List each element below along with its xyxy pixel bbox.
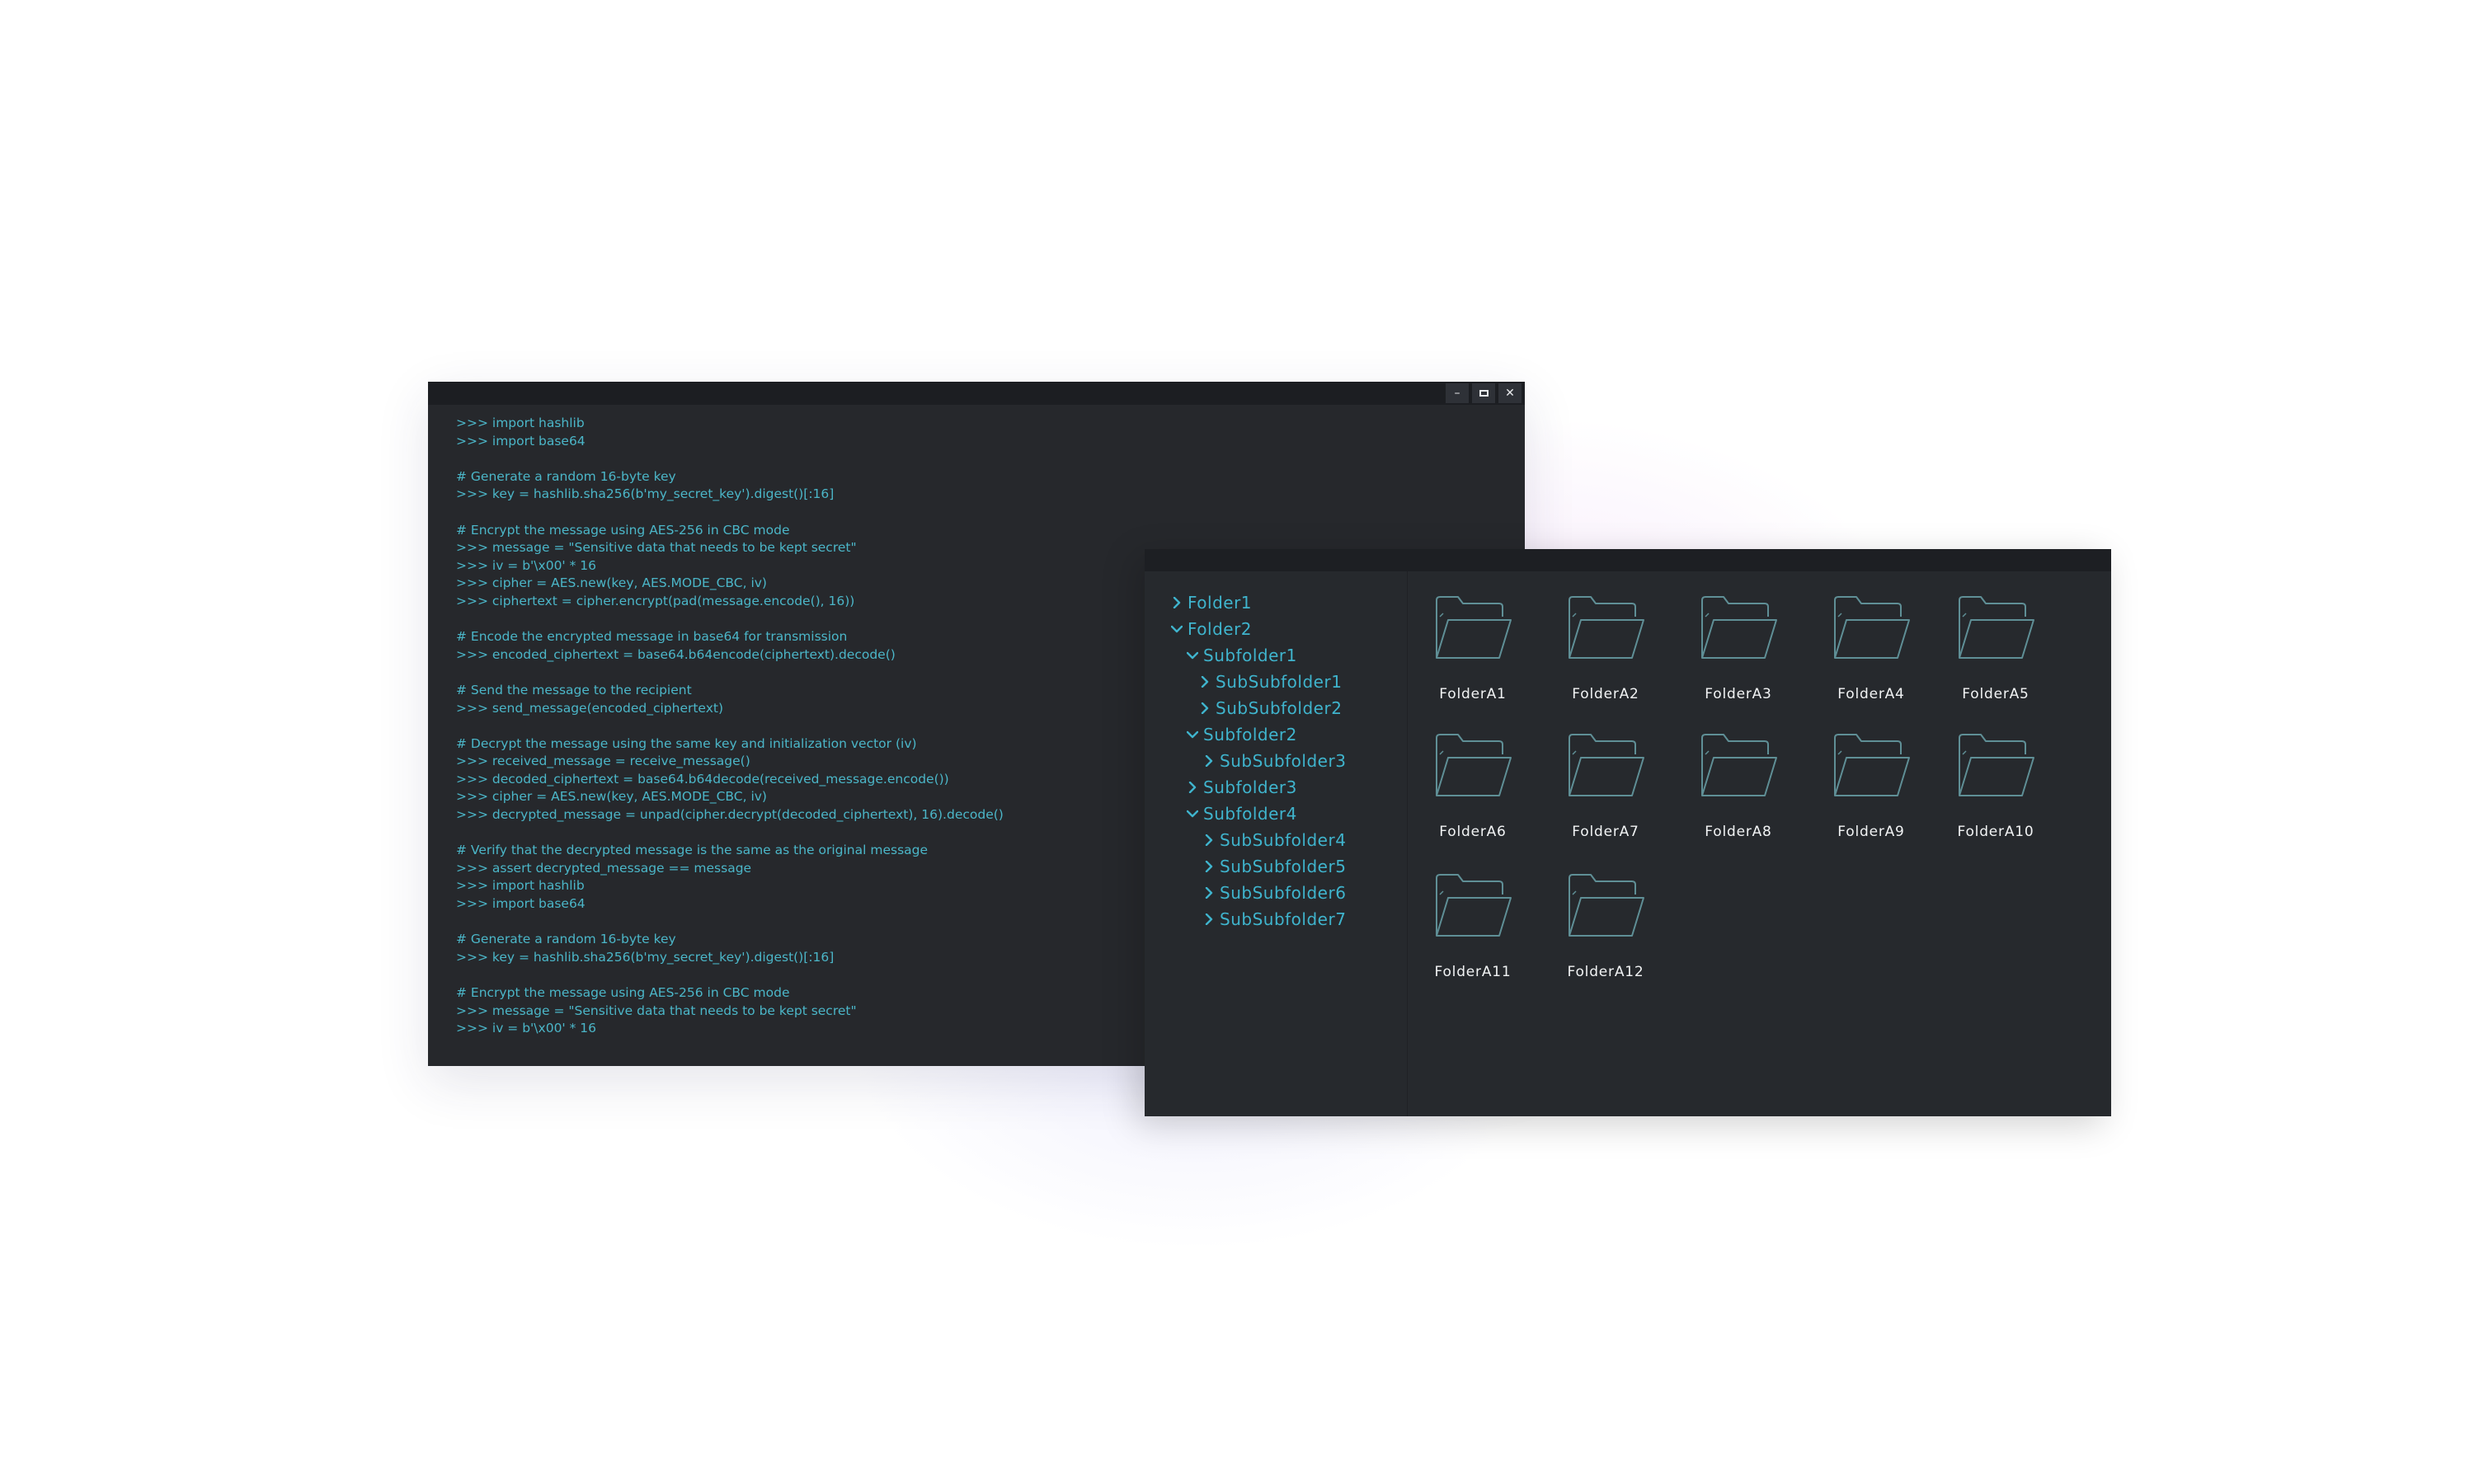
chevron-right-icon[interactable]	[1203, 755, 1215, 767]
chevron-right-icon[interactable]	[1203, 861, 1215, 872]
maximize-icon	[1479, 390, 1489, 397]
close-icon: ✕	[1505, 387, 1515, 400]
folder-tile-foldera7[interactable]: FolderA7	[1544, 730, 1667, 853]
tree-item-subsubfolder5[interactable]: SubSubfolder5	[1203, 856, 1346, 877]
tree-item-label: SubSubfolder6	[1220, 883, 1347, 903]
chevron-down-icon[interactable]	[1187, 808, 1198, 819]
tree-item-subsubfolder6[interactable]: SubSubfolder6	[1203, 882, 1346, 904]
tree-item-folder1[interactable]: Folder1	[1171, 592, 1252, 613]
folder-label: FolderA8	[1705, 824, 1772, 840]
tree-item-subfolder1[interactable]: Subfolder1	[1187, 645, 1297, 666]
tree-item-subsubfolder2[interactable]: SubSubfolder2	[1199, 697, 1342, 719]
terminal-comment-line: # Generate a random 16-byte key	[456, 468, 676, 484]
tree-item-label: SubSubfolder2	[1216, 698, 1343, 718]
folder-label: FolderA7	[1572, 824, 1639, 840]
tree-item-subsubfolder7[interactable]: SubSubfolder7	[1203, 909, 1346, 930]
terminal-command-line: >>> import base64	[456, 433, 586, 448]
chevron-right-icon[interactable]	[1187, 782, 1198, 793]
tree-item-label: Subfolder4	[1203, 804, 1297, 824]
tree-item-subsubfolder3[interactable]: SubSubfolder3	[1203, 750, 1346, 772]
folder-tile-foldera11[interactable]: FolderA11	[1411, 870, 1535, 993]
folder-tile-foldera1[interactable]: FolderA1	[1411, 592, 1535, 716]
folder-label: FolderA11	[1434, 964, 1512, 980]
folder-label: FolderA4	[1837, 686, 1905, 702]
minimize-icon: –	[1454, 387, 1460, 400]
folder-tile-foldera4[interactable]: FolderA4	[1809, 592, 1933, 716]
folder-label: FolderA5	[1962, 686, 2030, 702]
folder-tile-foldera2[interactable]: FolderA2	[1544, 592, 1667, 716]
chevron-down-icon[interactable]	[1171, 623, 1183, 635]
folder-tree: Folder1 Folder2 Subfolder1 SubSubfolder1 Sub…	[1145, 571, 1408, 1116]
tree-item-folder2[interactable]: Folder2	[1171, 618, 1252, 640]
maximize-button[interactable]	[1472, 383, 1495, 403]
tree-item-subfolder2[interactable]: Subfolder2	[1187, 724, 1297, 745]
file-explorer-window: Folder1 Folder2 Subfolder1 SubSubfolder1 Sub…	[1145, 549, 2111, 1116]
chevron-right-icon[interactable]	[1203, 913, 1215, 925]
chevron-down-icon[interactable]	[1187, 650, 1198, 661]
terminal-comment-line: # Encrypt the message using AES-256 in C…	[456, 522, 790, 538]
tree-item-subfolder4[interactable]: Subfolder4	[1187, 803, 1297, 824]
tree-item-label: Folder1	[1188, 593, 1253, 613]
terminal-command-line: >>> key = hashlib.sha256(b'my_secret_key…	[456, 486, 835, 502]
tree-item-label: Subfolder1	[1203, 646, 1297, 665]
tree-item-label: Folder2	[1188, 619, 1253, 639]
terminal-command-line: >>> import hashlib	[456, 416, 585, 430]
tree-item-label: SubSubfolder4	[1220, 830, 1347, 850]
tree-item-label: SubSubfolder1	[1216, 672, 1343, 692]
folder-label: FolderA10	[1957, 824, 2034, 840]
folder-tile-foldera12[interactable]: FolderA12	[1544, 870, 1667, 993]
close-button[interactable]: ✕	[1498, 383, 1522, 403]
folder-label: FolderA1	[1439, 686, 1507, 702]
chevron-right-icon[interactable]	[1203, 834, 1215, 846]
minimize-button[interactable]: –	[1446, 383, 1469, 403]
folder-label: FolderA2	[1572, 686, 1639, 702]
tree-item-label: SubSubfolder3	[1220, 751, 1347, 771]
folder-label: FolderA3	[1705, 686, 1772, 702]
chevron-right-icon[interactable]	[1203, 887, 1215, 899]
chevron-right-icon[interactable]	[1199, 702, 1211, 714]
window-controls: – ✕	[1446, 383, 1522, 403]
tree-item-label: Subfolder2	[1203, 725, 1297, 744]
folder-tile-foldera3[interactable]: FolderA3	[1677, 592, 1800, 716]
tree-item-subfolder3[interactable]: Subfolder3	[1187, 777, 1297, 798]
tree-item-label: SubSubfolder5	[1220, 857, 1347, 876]
folder-tile-foldera6[interactable]: FolderA6	[1411, 730, 1535, 853]
folder-grid: FolderA1 FolderA2 FolderA3 FolderA4 Fold…	[1407, 571, 2111, 1116]
folder-tile-foldera8[interactable]: FolderA8	[1677, 730, 1800, 853]
tree-item-subsubfolder4[interactable]: SubSubfolder4	[1203, 829, 1346, 851]
chevron-right-icon[interactable]	[1199, 676, 1211, 688]
tree-item-label: SubSubfolder7	[1220, 909, 1347, 929]
folder-label: FolderA12	[1567, 964, 1644, 980]
tree-item-label: Subfolder3	[1203, 777, 1297, 797]
folder-tile-foldera5[interactable]: FolderA5	[1934, 592, 2058, 716]
folder-label: FolderA6	[1439, 824, 1507, 840]
folder-tile-foldera10[interactable]: FolderA10	[1934, 730, 2058, 853]
folder-tile-foldera9[interactable]: FolderA9	[1809, 730, 1933, 853]
terminal-titlebar[interactable]: – ✕	[428, 382, 1525, 405]
explorer-titlebar[interactable]	[1145, 549, 2111, 571]
folder-label: FolderA9	[1837, 824, 1905, 840]
chevron-right-icon[interactable]	[1171, 597, 1183, 608]
tree-item-subsubfolder1[interactable]: SubSubfolder1	[1199, 671, 1342, 693]
chevron-down-icon[interactable]	[1187, 729, 1198, 740]
